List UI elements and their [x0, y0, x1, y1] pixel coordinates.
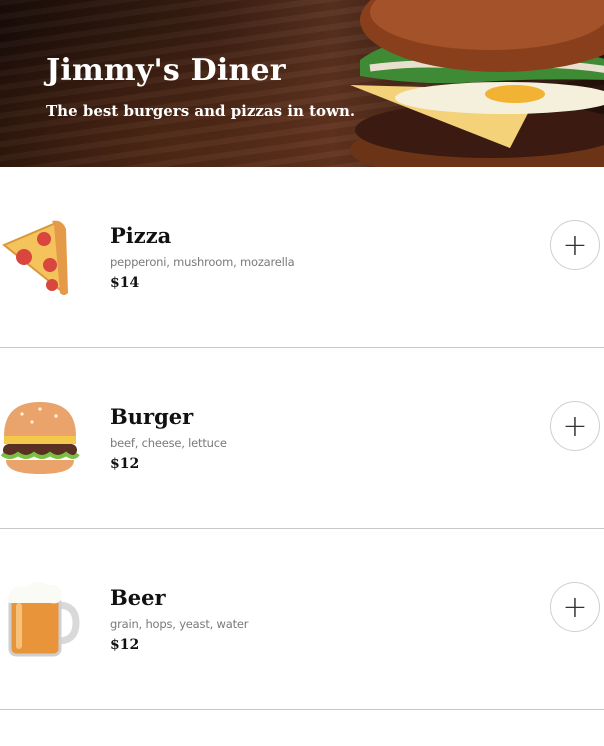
menu-item-burger: Burger beef, cheese, lettuce $12 +	[0, 348, 604, 529]
burger-icon	[0, 402, 80, 474]
menu-list: Pizza pepperoni, mushroom, mozarella $14…	[0, 167, 604, 710]
menu-item-ingredients: beef, cheese, lettuce	[110, 436, 227, 450]
menu-item-info: Burger beef, cheese, lettuce $12	[110, 404, 227, 472]
menu-item-name: Beer	[110, 585, 166, 610]
page-subtitle: The best burgers and pizzas in town.	[46, 102, 356, 120]
menu-item-beer: Beer grain, hops, yeast, water $12 +	[0, 529, 604, 710]
hero-text: Jimmy's Diner The best burgers and pizza…	[46, 52, 355, 120]
add-pizza-button[interactable]: +	[550, 220, 600, 270]
menu-item-price: $12	[110, 637, 140, 653]
menu-item-name: Burger	[110, 404, 194, 429]
beer-icon	[7, 582, 80, 657]
menu-item-pizza: Pizza pepperoni, mushroom, mozarella $14…	[0, 167, 604, 348]
menu-item-price: $14	[110, 275, 140, 291]
menu-item-name: Pizza	[110, 223, 172, 248]
menu-item-info: Beer grain, hops, yeast, water $12	[110, 585, 249, 653]
menu-item-ingredients: pepperoni, mushroom, mozarella	[110, 255, 295, 269]
burger-photo	[350, 0, 604, 167]
add-beer-button[interactable]: +	[550, 582, 600, 632]
pizza-icon	[2, 220, 68, 296]
menu-item-ingredients: grain, hops, yeast, water	[110, 617, 249, 631]
menu-item-info: Pizza pepperoni, mushroom, mozarella $14	[110, 223, 295, 291]
add-burger-button[interactable]: +	[550, 401, 600, 451]
page-title: Jimmy's Diner	[46, 53, 286, 88]
menu-item-price: $12	[110, 456, 140, 472]
hero-banner: Jimmy's Diner The best burgers and pizza…	[0, 0, 604, 167]
